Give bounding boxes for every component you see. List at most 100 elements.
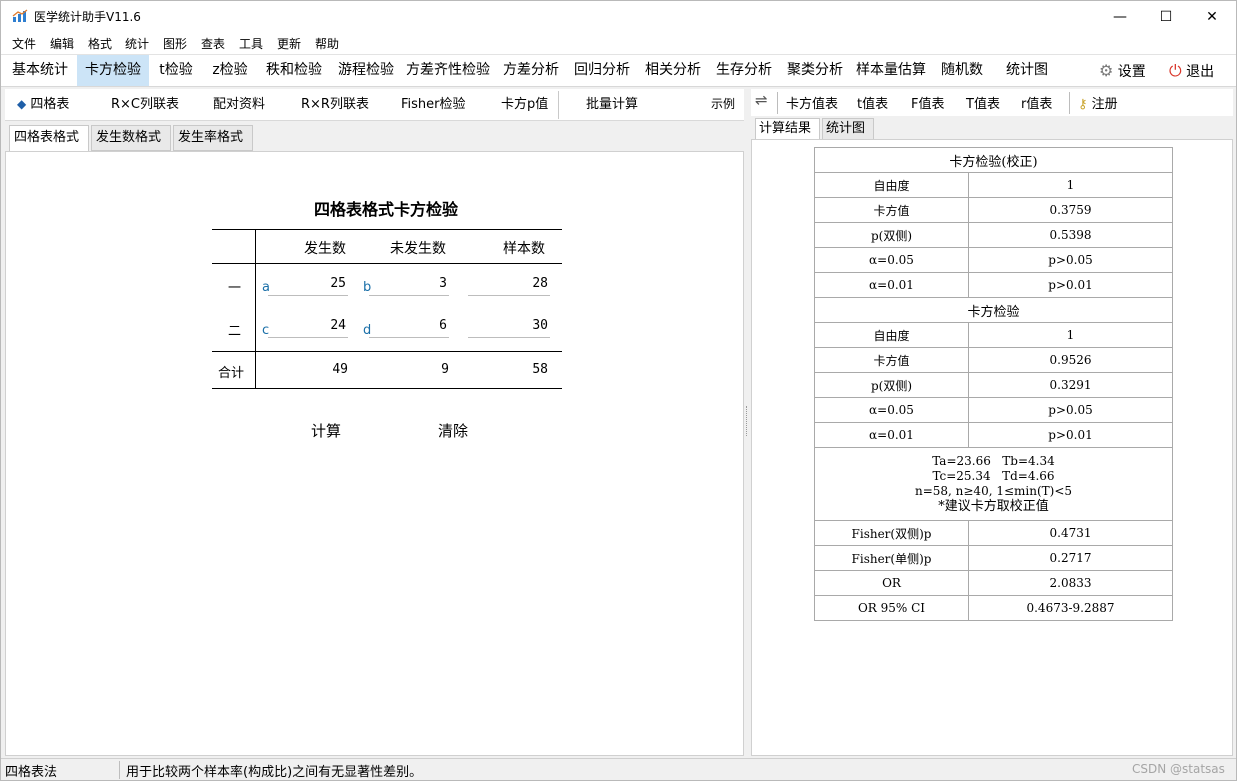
- tab-z-test[interactable]: z检验: [208, 55, 252, 86]
- result-value: p>0.05: [968, 247, 1173, 273]
- tab-chart[interactable]: 统计图: [822, 118, 874, 140]
- swap-icon[interactable]: ⇌: [755, 91, 768, 109]
- menu-help[interactable]: 帮助: [315, 35, 339, 52]
- table-bottom-rule: [212, 388, 562, 389]
- tab-survival[interactable]: 生存分析: [711, 55, 777, 86]
- tab-runs-test[interactable]: 游程检验: [333, 55, 399, 86]
- menu-tools[interactable]: 工具: [239, 35, 263, 52]
- calculate-button[interactable]: 计算: [311, 420, 341, 441]
- main-tab-bar: 基本统计 卡方检验 t检验 z检验 秩和检验 游程检验 方差齐性检验 方差分析 …: [1, 54, 1236, 87]
- table-row: Fisher(单侧)p 0.2717: [814, 545, 1173, 571]
- table-row-label-divider: [255, 229, 256, 388]
- title-bar: 医学统计助手V11.6 — ☐ ✕: [1, 1, 1236, 32]
- tab-t-test[interactable]: t检验: [154, 55, 198, 86]
- result-label: 自由度: [814, 322, 969, 348]
- sub-tab-batch[interactable]: 批量计算: [586, 89, 638, 120]
- menu-stats[interactable]: 统计: [125, 35, 149, 52]
- menu-edit[interactable]: 编辑: [50, 35, 74, 52]
- menu-format[interactable]: 格式: [88, 35, 112, 52]
- right-toolbar: ⇌ 卡方值表 t值表 F值表 T值表 r值表 ⚷ 注册: [751, 89, 1233, 116]
- sub-tab-divider: [558, 91, 559, 119]
- window-title: 医学统计助手V11.6: [34, 10, 141, 24]
- result-value: 0.5398: [968, 222, 1173, 248]
- maximize-button[interactable]: ☐: [1143, 1, 1189, 32]
- total-events: 49: [332, 362, 348, 377]
- result-label: p(双侧): [814, 222, 969, 248]
- result-value: 0.2717: [968, 545, 1173, 571]
- menu-update[interactable]: 更新: [277, 35, 301, 52]
- tab-random[interactable]: 随机数: [934, 55, 990, 86]
- T-table-button[interactable]: T值表: [966, 93, 1000, 112]
- table-total-rule: [212, 351, 562, 352]
- cell-b-input[interactable]: 3: [369, 274, 449, 296]
- register-button[interactable]: ⚷ 注册: [1078, 93, 1118, 112]
- diamond-icon: ◆: [17, 97, 27, 111]
- result-value: 0.4731: [968, 520, 1173, 546]
- cell-d-input[interactable]: 6: [369, 316, 449, 338]
- tab-anova[interactable]: 方差分析: [498, 55, 564, 86]
- results-panel: 卡方检验(校正) 自由度 1 卡方值 0.3759 p(双侧) 0.5398 α=0.…: [751, 139, 1233, 756]
- result-value: 0.3291: [968, 372, 1173, 398]
- f-table-button[interactable]: F值表: [911, 93, 944, 112]
- tab-correlation[interactable]: 相关分析: [640, 55, 706, 86]
- sub-tab-paired[interactable]: 配对资料: [213, 89, 265, 120]
- sub-tab-fourfold[interactable]: ◆ 四格表: [17, 89, 69, 120]
- note-line: Ta=23.66 Tb=4.34: [932, 454, 1055, 468]
- format-tab-rate[interactable]: 发生率格式: [173, 125, 253, 151]
- register-label: 注册: [1091, 97, 1118, 112]
- tab-sample-size[interactable]: 样本量估算: [853, 55, 929, 86]
- tab-chi-square[interactable]: 卡方检验: [77, 55, 149, 86]
- result-label: 卡方值: [814, 197, 969, 223]
- menu-file[interactable]: 文件: [12, 35, 36, 52]
- menu-graph[interactable]: 图形: [163, 35, 187, 52]
- settings-button[interactable]: ⚙ 设置: [1099, 55, 1146, 86]
- table-row: α=0.01 p>0.01: [814, 272, 1173, 298]
- t-table-button[interactable]: t值表: [857, 93, 888, 112]
- cell-a-input[interactable]: 25: [268, 274, 348, 296]
- row1-total[interactable]: 28: [468, 274, 550, 296]
- tab-stat-chart[interactable]: 统计图: [998, 55, 1056, 86]
- note-line: Tc=25.34 Td=4.66: [932, 469, 1055, 483]
- result-value: 2.0833: [968, 570, 1173, 596]
- format-tab-count[interactable]: 发生数格式: [91, 125, 171, 151]
- tab-cluster[interactable]: 聚类分析: [782, 55, 848, 86]
- status-method: 四格表法: [5, 761, 120, 780]
- result-label: 卡方值: [814, 347, 969, 373]
- result-label: α=0.05: [814, 397, 969, 423]
- result-value: p>0.01: [968, 272, 1173, 298]
- tab-regression[interactable]: 回归分析: [569, 55, 635, 86]
- example-button[interactable]: 示例: [711, 89, 735, 120]
- sub-tab-rxr[interactable]: R×R列联表: [301, 89, 369, 120]
- tab-results[interactable]: 计算结果: [755, 118, 820, 140]
- result-label: OR 95% CI: [814, 595, 969, 621]
- clear-button[interactable]: 清除: [438, 420, 468, 441]
- result-value: p>0.05: [968, 397, 1173, 423]
- row2-total[interactable]: 30: [468, 316, 550, 338]
- right-pane: ⇌ 卡方值表 t值表 F值表 T值表 r值表 ⚷ 注册 计算结果 统计图 卡方检…: [751, 89, 1233, 756]
- format-tab-fourfold[interactable]: 四格表格式: [9, 125, 89, 152]
- minimize-button[interactable]: —: [1097, 1, 1143, 32]
- col-header-sample-size: 样本数: [503, 241, 545, 257]
- cell-c-input[interactable]: 24: [268, 316, 348, 338]
- sub-tab-rxc[interactable]: R×C列联表: [111, 89, 179, 120]
- exit-button[interactable]: ⏻ 退出: [1169, 55, 1214, 86]
- table-row: Fisher(双侧)p 0.4731: [814, 520, 1173, 546]
- sub-tab-chi-p[interactable]: 卡方p值: [501, 89, 548, 120]
- tab-variance-homogeneity[interactable]: 方差齐性检验: [403, 55, 493, 86]
- pane-splitter[interactable]: [746, 406, 749, 436]
- close-button[interactable]: ✕: [1189, 1, 1235, 32]
- row-label-2: 二: [228, 324, 242, 339]
- chi-table-button[interactable]: 卡方值表: [786, 93, 838, 112]
- toolbar-divider: [777, 92, 778, 114]
- total-nonevents: 9: [441, 362, 449, 377]
- result-label: Fisher(双侧)p: [814, 520, 969, 546]
- menu-tables[interactable]: 查表: [201, 35, 225, 52]
- total-sample: 58: [532, 362, 548, 377]
- result-value: p>0.01: [968, 422, 1173, 448]
- gear-icon: ⚙: [1099, 61, 1114, 80]
- sub-tab-fisher[interactable]: Fisher检验: [401, 89, 466, 120]
- tab-rank-sum[interactable]: 秩和检验: [261, 55, 327, 86]
- r-table-button[interactable]: r值表: [1021, 93, 1052, 112]
- tab-basic-stats[interactable]: 基本统计: [6, 55, 74, 86]
- form-title: 四格表格式卡方检验: [313, 200, 458, 219]
